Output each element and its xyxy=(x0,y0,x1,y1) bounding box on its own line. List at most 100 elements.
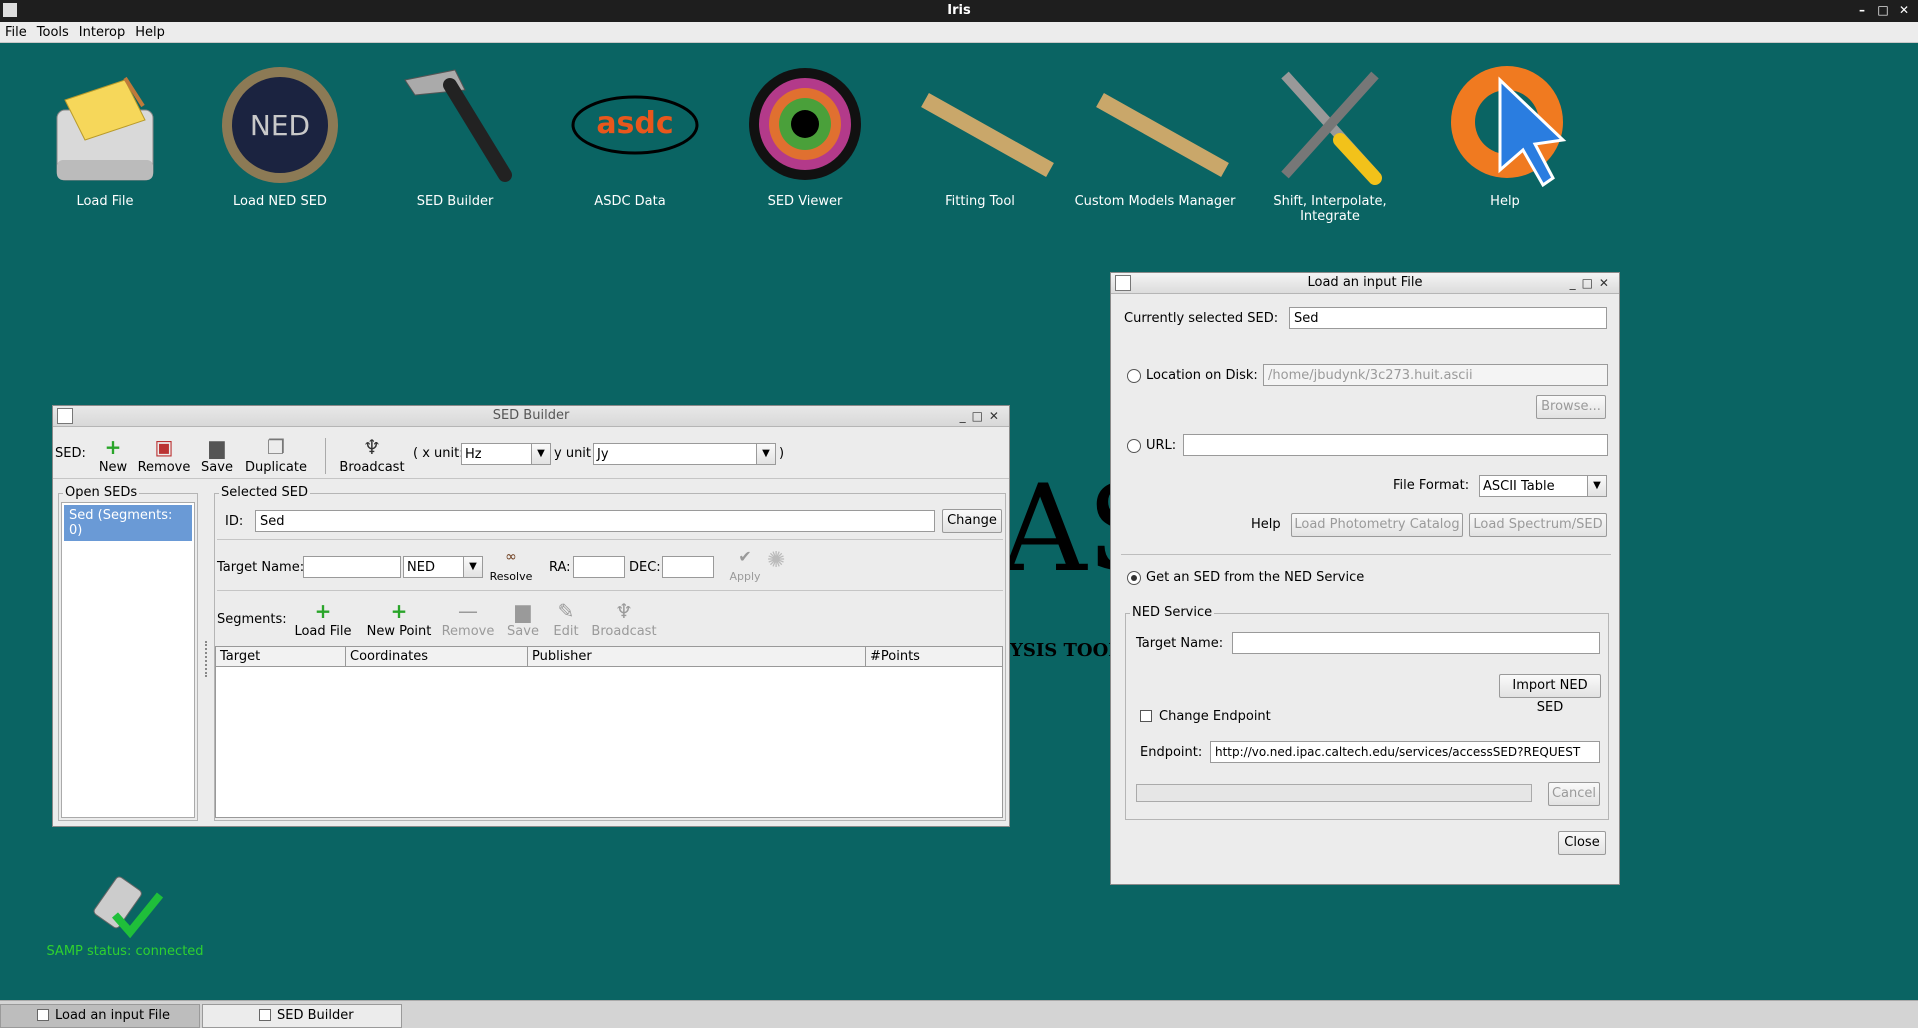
minus-icon: — xyxy=(458,599,478,623)
url-input[interactable] xyxy=(1183,434,1608,456)
close-paren: ) xyxy=(779,446,785,461)
column-header-publisher[interactable]: Publisher xyxy=(528,647,866,667)
selected-sed-group: Selected SED ID: Change Target Name: NED… xyxy=(214,485,1006,821)
load-photometry-catalog-button[interactable]: Load Photometry Catalog xyxy=(1291,513,1463,537)
new-point-button[interactable]: + New Point xyxy=(363,598,435,639)
load-spectrum-sed-button[interactable]: Load Spectrum/SED xyxy=(1469,513,1607,537)
help-link[interactable]: Help xyxy=(1251,517,1281,532)
desktop-icon-label: Fitting Tool xyxy=(945,194,1015,209)
resolve-button[interactable]: ∞ Resolve xyxy=(487,544,535,583)
cancel-button[interactable]: Cancel xyxy=(1548,782,1600,806)
plus-icon: + xyxy=(314,599,332,623)
chevron-down-icon: ▼ xyxy=(756,444,775,464)
desktop-icon-label: Load NED SED xyxy=(233,194,327,209)
plus-icon: + xyxy=(390,599,408,623)
broadcast-segment-button[interactable]: ♆ Broadcast xyxy=(589,598,659,639)
currently-selected-input[interactable] xyxy=(1289,307,1607,329)
plus-icon: + xyxy=(104,435,122,459)
change-endpoint-checkbox[interactable] xyxy=(1140,710,1152,722)
load-file-titlebar[interactable]: Load an input File _□✕ xyxy=(1111,273,1619,294)
desktop-icon-shift-interpolate-integrate[interactable]: Shift, Interpolate, Integrate xyxy=(1245,60,1415,224)
apply-button[interactable]: ✔ Apply xyxy=(725,544,765,583)
menu-help[interactable]: Help xyxy=(130,22,170,40)
sed-builder-titlebar[interactable]: SED Builder _□✕ xyxy=(53,406,1009,427)
duplicate-sed-button[interactable]: ❐ Duplicate xyxy=(243,434,309,475)
load-file-title: Load an input File xyxy=(1307,275,1423,290)
menu-file[interactable]: File xyxy=(0,22,32,40)
ra-input[interactable] xyxy=(573,556,625,578)
desktop-icon-asdc-data[interactable]: asdc ASDC Data xyxy=(545,60,715,209)
sed-label: SED: xyxy=(55,446,86,461)
open-seds-list[interactable]: Sed (Segments: 0) xyxy=(61,502,195,818)
file-format-label: File Format: xyxy=(1393,478,1470,493)
split-divider[interactable] xyxy=(205,641,209,677)
close-icon[interactable]: ✕ xyxy=(1896,2,1912,18)
file-format-select[interactable]: ASCII Table ▼ xyxy=(1479,475,1607,497)
samp-plug-icon xyxy=(93,876,164,939)
desktop-icon-label: SED Viewer xyxy=(767,194,843,209)
x-unit-select[interactable]: Hz ▼ xyxy=(461,443,551,465)
location-input[interactable] xyxy=(1263,364,1608,386)
segments-label: Segments: xyxy=(217,612,287,627)
desktop-icon-sed-viewer[interactable]: SED Viewer xyxy=(720,60,890,209)
ned-target-name-input[interactable] xyxy=(1232,632,1600,654)
desktop-icon-sed-builder[interactable]: SED Builder xyxy=(370,60,540,209)
close-button[interactable]: Close xyxy=(1558,831,1606,855)
window-controls[interactable]: _□✕ xyxy=(960,406,1005,426)
remove-sed-button[interactable]: ▣ Remove xyxy=(135,434,193,475)
new-sed-button[interactable]: + New xyxy=(93,434,133,475)
ned-service-group: NED Service Target Name: Import NED SED … xyxy=(1125,605,1609,820)
column-header-target[interactable]: Target xyxy=(216,647,346,667)
edit-segment-button[interactable]: ✎ Edit xyxy=(549,598,583,639)
duplicate-icon: ❐ xyxy=(267,435,285,459)
floppy-icon: ▆ xyxy=(515,599,531,623)
save-sed-button[interactable]: ▆ Save xyxy=(195,434,239,475)
taskbar: Load an input File SED Builder xyxy=(0,1000,1918,1028)
remove-segment-button[interactable]: — Remove xyxy=(439,598,497,639)
menu-interop[interactable]: Interop xyxy=(74,22,130,40)
dec-input[interactable] xyxy=(662,556,714,578)
spinner-icon: ✺ xyxy=(767,548,786,573)
url-radio[interactable] xyxy=(1127,439,1141,453)
change-button[interactable]: Change xyxy=(942,509,1002,533)
desktop-icon-help[interactable]: Help xyxy=(1420,60,1590,209)
window-controls[interactable]: _□✕ xyxy=(1570,273,1615,293)
id-input[interactable] xyxy=(255,510,935,532)
taskbar-item-load-input-file[interactable]: Load an input File xyxy=(0,1004,200,1028)
maximize-icon[interactable]: □ xyxy=(1875,2,1891,18)
endpoint-label: Endpoint: xyxy=(1140,745,1203,760)
broadcast-sed-button[interactable]: ♆ Broadcast xyxy=(335,434,409,475)
window-icon xyxy=(1115,275,1131,291)
location-radio[interactable] xyxy=(1127,369,1141,383)
location-label: Location on Disk: xyxy=(1146,368,1258,383)
app-title-bar: Iris – □ ✕ xyxy=(0,0,1918,22)
column-header-coordinates[interactable]: Coordinates xyxy=(346,647,528,667)
desktop-icon-fitting-tool[interactable]: Fitting Tool xyxy=(895,60,1065,209)
desktop-icon-load-ned-sed[interactable]: NED Load NED SED xyxy=(195,60,365,209)
resolver-select[interactable]: NED ▼ xyxy=(403,556,483,578)
ned-target-name-label: Target Name: xyxy=(1136,636,1224,651)
minimize-icon[interactable]: – xyxy=(1854,2,1870,18)
desktop-icon-label: Custom Models Manager xyxy=(1074,194,1236,209)
desktop-icon-label: ASDC Data xyxy=(594,194,666,209)
browse-button[interactable]: Browse... xyxy=(1536,395,1606,419)
toolbar-bottom-border xyxy=(53,478,1009,479)
desktop-icon-custom-models-manager[interactable]: Custom Models Manager xyxy=(1070,60,1240,209)
x-unit-label: ( x unit: xyxy=(413,446,464,461)
y-unit-select[interactable]: Jy ▼ xyxy=(593,443,776,465)
ned-service-radio[interactable] xyxy=(1127,571,1141,585)
change-endpoint-label: Change Endpoint xyxy=(1159,709,1271,724)
desktop-icon-load-file[interactable]: Load File xyxy=(20,60,190,209)
endpoint-input[interactable] xyxy=(1210,741,1600,763)
toolbar-separator xyxy=(325,438,326,474)
open-sed-item[interactable]: Sed (Segments: 0) xyxy=(64,505,192,541)
import-ned-sed-button[interactable]: Import NED SED xyxy=(1499,674,1601,715)
column-header-points[interactable]: #Points xyxy=(866,647,1002,667)
save-segment-button[interactable]: ▆ Save xyxy=(503,598,543,639)
window-icon xyxy=(259,1009,271,1021)
taskbar-item-sed-builder[interactable]: SED Builder xyxy=(202,1004,402,1028)
currently-selected-label: Currently selected SED: xyxy=(1124,311,1279,326)
menu-tools[interactable]: Tools xyxy=(32,22,74,40)
load-file-segment-button[interactable]: + Load File xyxy=(291,598,355,639)
target-name-input[interactable] xyxy=(303,556,401,578)
